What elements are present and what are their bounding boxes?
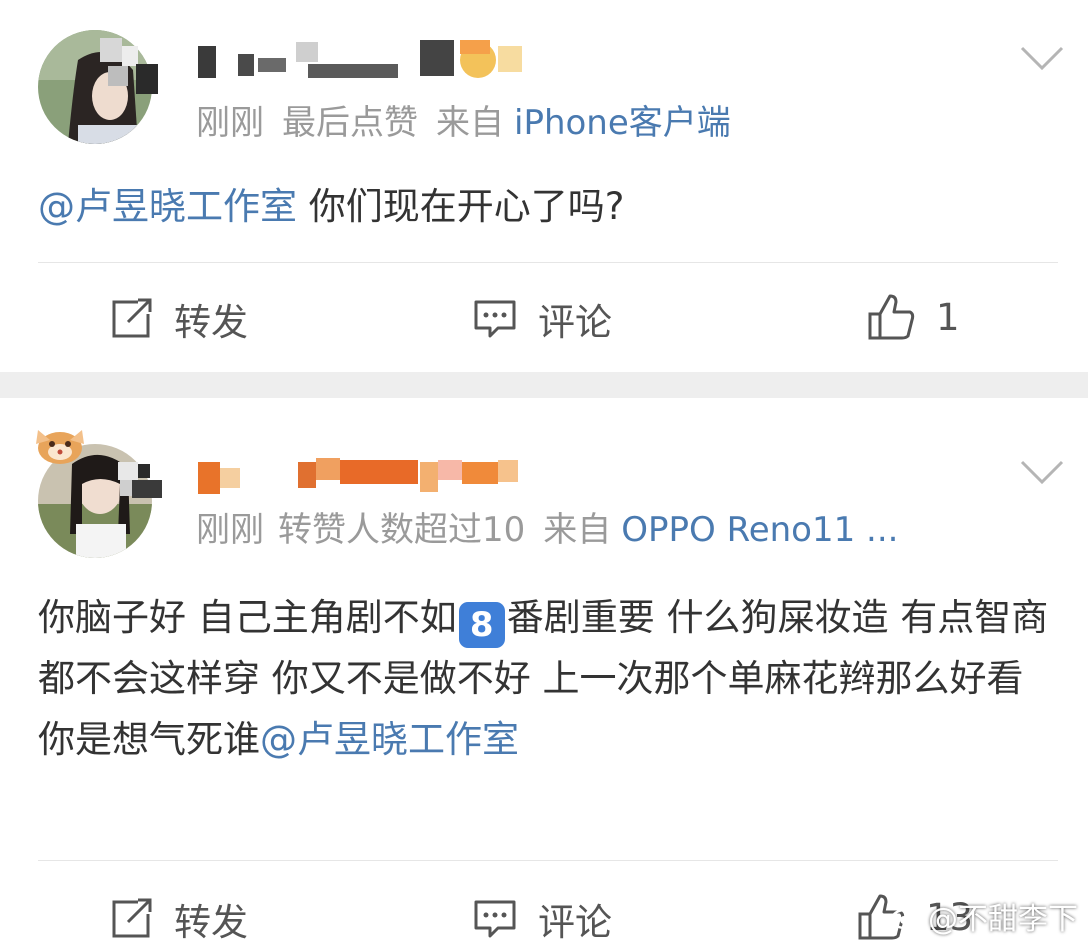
watermark-text: @不甜李下 [928,902,1078,937]
divider [38,262,1058,263]
post-meta: 刚刚 最后点赞 来自 iPhone客户端 [196,103,749,143]
post-card-2: 刚刚 转赞人数超过10 来自 OPPO Reno11 ... 你脑子好 自己主角剧不如… [0,398,1088,944]
repost-label: 转发 [174,901,248,944]
meta-from: 来自 [543,510,612,550]
meta-source[interactable]: OPPO Reno11 ... [621,510,898,550]
like-button[interactable]: 1 [866,292,960,342]
chevron-down-icon[interactable] [1020,460,1064,486]
comment-button[interactable]: 评论 [472,292,612,346]
like-count: 1 [936,295,960,339]
meta-note: 转赞人数超过10 [278,510,526,550]
comment-label: 评论 [538,901,612,944]
repost-icon [112,298,152,338]
meta-time: 刚刚 [196,103,264,143]
username-censor [100,38,158,94]
divider [38,860,1058,861]
comment-icon [474,300,516,338]
repost-button[interactable]: 转发 [108,292,248,346]
comment-label: 评论 [538,301,612,344]
username-blurred[interactable] [198,36,528,78]
like-icon [868,294,915,340]
mention-link[interactable]: @卢昱晓工作室 [260,718,519,761]
card-separator [0,372,1088,398]
meta-time: 刚刚 [196,510,264,550]
repost-button[interactable]: 转发 [108,892,248,944]
username-censor [118,462,164,502]
post-text: @卢昱晓工作室 你们现在开心了吗? [38,176,1058,237]
post-text: 你脑子好 自己主角剧不如 8 番剧重要 什么狗屎妆造 有点智商都不会这样穿 你又不是… [38,587,1054,770]
weibo-logo-icon [890,904,922,930]
post-body-part1: 你脑子好 自己主角剧不如 [38,596,457,639]
comment-button[interactable]: 评论 [472,892,612,944]
post-card-1: 刚刚 最后点赞 来自 iPhone客户端 @卢昱晓工作室 你们现在开心了吗? 转发 评… [0,0,1088,372]
number-8-emoji: 8 [458,602,505,648]
repost-label: 转发 [174,301,248,344]
meta-source[interactable]: iPhone客户端 [514,103,731,143]
post-body: 你们现在开心了吗? [297,185,625,228]
repost-icon [112,898,152,938]
mention-link[interactable]: @卢昱晓工作室 [38,185,297,228]
post-meta: 刚刚 转赞人数超过10 来自 OPPO Reno11 ... [196,510,916,550]
chevron-down-icon[interactable] [1020,46,1064,72]
meta-note: 最后点赞 [282,103,418,143]
decoration-icon [36,430,84,464]
meta-from: 来自 [436,103,504,143]
comment-icon [474,900,516,938]
watermark: @不甜李下 [890,894,1078,938]
username-blurred[interactable] [198,458,528,496]
